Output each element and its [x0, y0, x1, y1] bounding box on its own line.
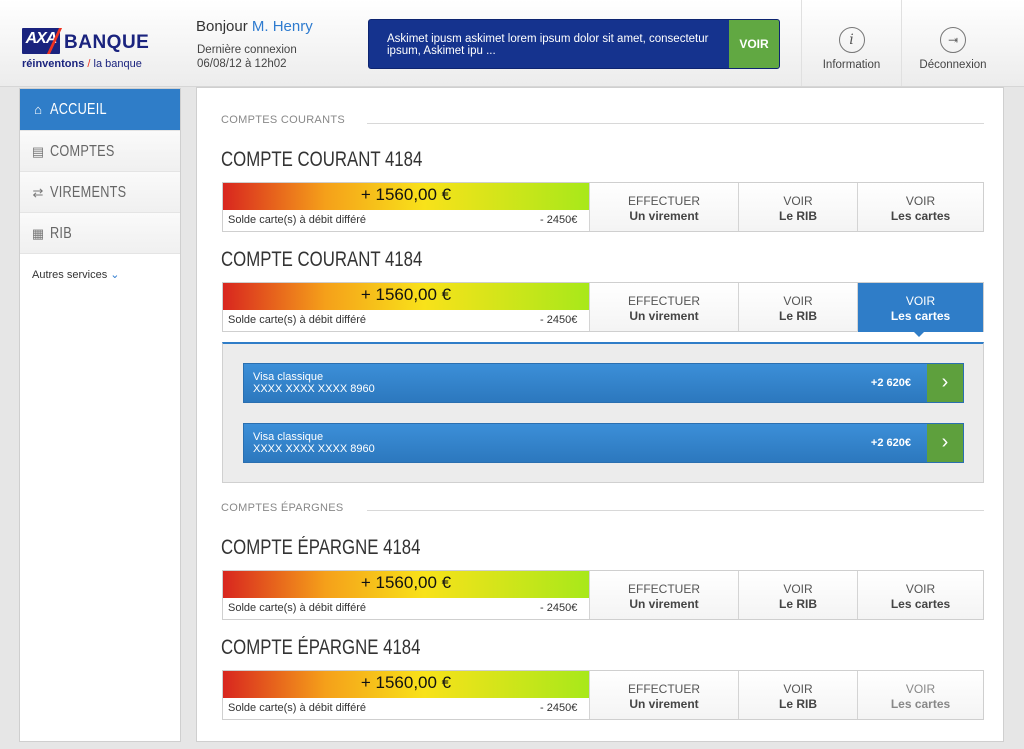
message-voir-button[interactable]: VOIR [729, 20, 779, 68]
view-cards-button-selected[interactable]: VOIR Les cartes [857, 283, 983, 337]
deferred-amount: - 2450€ [540, 214, 578, 226]
sidebar-item-rib[interactable]: ▦ RIB [20, 213, 180, 254]
card-info: Visa classique XXXX XXXX XXXX 8960 [253, 431, 375, 455]
main-panel: COMPTES COURANTS COMPTE COURANT 4184 + 1… [196, 87, 1004, 742]
home-icon: ⌂ [34, 102, 42, 117]
deferred-label: Solde carte(s) à débit différé [228, 214, 366, 226]
divider [367, 123, 984, 124]
message-text: Askimet ipusm askimet lorem ipsum dolor … [387, 33, 709, 57]
deferred-label: Solde carte(s) à débit différé [228, 702, 366, 714]
card-amount: +2 620€ [870, 377, 911, 389]
deferred-label: Solde carte(s) à débit différé [228, 602, 366, 614]
account-title[interactable]: COMPTE ÉPARGNE 4184 [221, 536, 420, 560]
section-title-epargnes: COMPTES ÉPARGNES [221, 502, 344, 514]
transfer-icon: ⇄ [32, 185, 44, 200]
deferred-amount: - 2450€ [540, 702, 578, 714]
axa-logo-mark: AXA [22, 28, 63, 54]
accounts-icon: ▤ [31, 144, 45, 159]
cards-panel: Visa classique XXXX XXXX XXXX 8960 +2 620… [222, 342, 984, 483]
card-amount: +2 620€ [870, 437, 911, 449]
account-row: + 1560,00 € Solde carte(s) à débit diffé… [222, 282, 984, 337]
info-icon: i [838, 27, 865, 53]
logo-bank-name: BANQUE [64, 32, 150, 53]
last-login: Dernière connexion 06/08/12 à 12h02 [197, 44, 297, 70]
view-cards-button[interactable]: VOIR Les cartes [857, 183, 983, 231]
section-title-courants: COMPTES COURANTS [221, 114, 345, 126]
other-services-toggle[interactable]: Autres services ⌄ [20, 254, 180, 281]
view-rib-button[interactable]: VOIR Le RIB [738, 183, 857, 231]
deferred-amount: - 2450€ [540, 314, 578, 326]
app-header: AXA BANQUE réinventons / la banque Bonjo… [0, 0, 1024, 87]
logo-slogan: réinventons / la banque [22, 58, 142, 70]
message-banner: Askimet ipusm askimet lorem ipsum dolor … [368, 19, 780, 69]
card-item[interactable]: Visa classique XXXX XXXX XXXX 8960 +2 620… [243, 423, 964, 463]
account-title[interactable]: COMPTE COURANT 4184 [221, 148, 422, 172]
logout-button[interactable]: ⇥ Déconnexion [901, 0, 1004, 86]
transfer-button[interactable]: EFFECTUER Un virement [589, 283, 738, 331]
greeting: Bonjour M. Henry [196, 18, 313, 35]
logout-icon: ⇥ [940, 27, 966, 53]
account-balance: + 1560,00 € [360, 673, 452, 692]
chevron-right-icon[interactable]: › [927, 364, 963, 402]
chevron-right-icon[interactable]: › [927, 424, 963, 462]
view-rib-button[interactable]: VOIR Le RIB [738, 671, 857, 719]
divider [367, 510, 984, 511]
deferred-amount: - 2450€ [540, 602, 578, 614]
account-balance: + 1560,00 € [360, 185, 452, 204]
information-button[interactable]: i Information [801, 0, 901, 86]
account-row: + 1560,00 € Solde carte(s) à débit diffé… [222, 570, 984, 620]
account-balance: + 1560,00 € [360, 573, 452, 592]
rib-icon: ▦ [31, 226, 45, 241]
sidebar: ⌂ ACCUEIL ▤ COMPTES ⇄ VIREMENTS ▦ RIB Autres… [19, 88, 181, 742]
account-row: + 1560,00 € Solde carte(s) à débit diffé… [222, 670, 984, 720]
account-row: + 1560,00 € Solde carte(s) à débit diffé… [222, 182, 984, 232]
axa-banque-logo[interactable]: AXA BANQUE réinventons / la banque [22, 28, 150, 74]
sidebar-item-accueil[interactable]: ⌂ ACCUEIL [20, 89, 180, 131]
sidebar-item-comptes[interactable]: ▤ COMPTES [20, 131, 180, 172]
account-title[interactable]: COMPTE COURANT 4184 [221, 248, 422, 272]
transfer-button[interactable]: EFFECTUER Un virement [589, 571, 738, 619]
view-cards-button[interactable]: VOIR Les cartes [857, 671, 983, 719]
deferred-label: Solde carte(s) à débit différé [228, 314, 366, 326]
transfer-button[interactable]: EFFECTUER Un virement [589, 671, 738, 719]
chevron-down-icon: ⌄ [110, 269, 120, 281]
view-cards-button[interactable]: VOIR Les cartes [857, 571, 983, 619]
card-info: Visa classique XXXX XXXX XXXX 8960 [253, 371, 375, 395]
account-balance: + 1560,00 € [360, 285, 452, 304]
sidebar-item-virements[interactable]: ⇄ VIREMENTS [20, 172, 180, 213]
account-title[interactable]: COMPTE ÉPARGNE 4184 [221, 636, 420, 660]
view-rib-button[interactable]: VOIR Le RIB [738, 571, 857, 619]
view-rib-button[interactable]: VOIR Le RIB [738, 283, 857, 331]
user-name[interactable]: M. Henry [252, 18, 313, 35]
card-item[interactable]: Visa classique XXXX XXXX XXXX 8960 +2 620… [243, 363, 964, 403]
transfer-button[interactable]: EFFECTUER Un virement [589, 183, 738, 231]
